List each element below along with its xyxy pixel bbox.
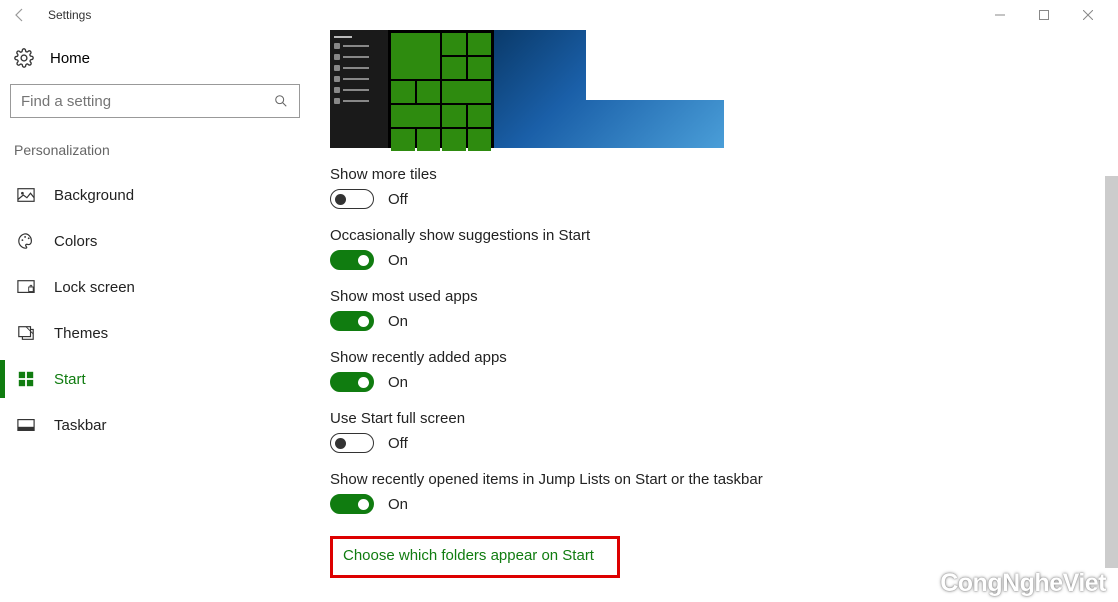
lock-screen-icon [16, 277, 36, 297]
toggle-suggestions[interactable] [330, 250, 374, 270]
highlight-box: Choose which folders appear on Start [330, 536, 620, 578]
home-nav[interactable]: Home [10, 42, 310, 84]
setting-full-screen: Use Start full screen Off [330, 410, 1118, 453]
close-button[interactable] [1066, 1, 1110, 29]
setting-label: Show most used apps [330, 288, 1118, 305]
sidebar-item-themes[interactable]: Themes [10, 310, 310, 356]
sidebar-item-label: Colors [54, 233, 97, 250]
home-label: Home [50, 50, 90, 67]
setting-label: Occasionally show suggestions in Start [330, 227, 1118, 244]
search-box[interactable] [10, 84, 300, 118]
sidebar-item-label: Lock screen [54, 279, 135, 296]
scrollbar[interactable] [1105, 176, 1118, 568]
toggle-state: Off [388, 435, 408, 452]
setting-label: Use Start full screen [330, 410, 1118, 427]
search-input[interactable] [21, 93, 273, 110]
toggle-most-used[interactable] [330, 311, 374, 331]
setting-label: Show more tiles [330, 166, 1118, 183]
start-icon [16, 369, 36, 389]
sidebar-item-colors[interactable]: Colors [10, 218, 310, 264]
toggle-recently-added[interactable] [330, 372, 374, 392]
toggle-state: On [388, 313, 408, 330]
sidebar-item-taskbar[interactable]: Taskbar [10, 402, 310, 448]
toggle-jump-lists[interactable] [330, 494, 374, 514]
picture-icon [16, 185, 36, 205]
themes-icon [16, 323, 36, 343]
setting-show-more-tiles: Show more tiles Off [330, 166, 1118, 209]
setting-recently-added: Show recently added apps On [330, 349, 1118, 392]
back-button[interactable] [8, 3, 32, 27]
sidebar-item-label: Background [54, 187, 134, 204]
sidebar-item-label: Themes [54, 325, 108, 342]
setting-label: Show recently added apps [330, 349, 1118, 366]
toggle-state: On [388, 374, 408, 391]
toggle-state: On [388, 496, 408, 513]
taskbar-icon [16, 415, 36, 435]
setting-most-used: Show most used apps On [330, 288, 1118, 331]
palette-icon [16, 231, 36, 251]
maximize-button[interactable] [1022, 1, 1066, 29]
setting-suggestions: Occasionally show suggestions in Start O… [330, 227, 1118, 270]
search-icon [273, 93, 289, 109]
category-label: Personalization [10, 138, 310, 172]
toggle-state: On [388, 252, 408, 269]
titlebar: Settings [0, 0, 1118, 30]
toggle-state: Off [388, 191, 408, 208]
main-pane: Show more tiles Off Occasionally show su… [310, 30, 1118, 602]
sidebar-item-lock-screen[interactable]: Lock screen [10, 264, 310, 310]
gear-icon [14, 48, 34, 68]
toggle-full-screen[interactable] [330, 433, 374, 453]
setting-jump-lists: Show recently opened items in Jump Lists… [330, 471, 1118, 514]
setting-label: Show recently opened items in Jump Lists… [330, 471, 1118, 488]
sidebar-item-start[interactable]: Start [10, 356, 310, 402]
sidebar-item-background[interactable]: Background [10, 172, 310, 218]
sidebar: Home Personalization Background Colors L… [0, 30, 310, 602]
start-preview [330, 30, 724, 148]
sidebar-item-label: Start [54, 371, 86, 388]
choose-folders-link[interactable]: Choose which folders appear on Start [343, 547, 594, 564]
sidebar-item-label: Taskbar [54, 417, 107, 434]
window-title: Settings [48, 8, 91, 22]
minimize-button[interactable] [978, 1, 1022, 29]
toggle-show-more-tiles[interactable] [330, 189, 374, 209]
